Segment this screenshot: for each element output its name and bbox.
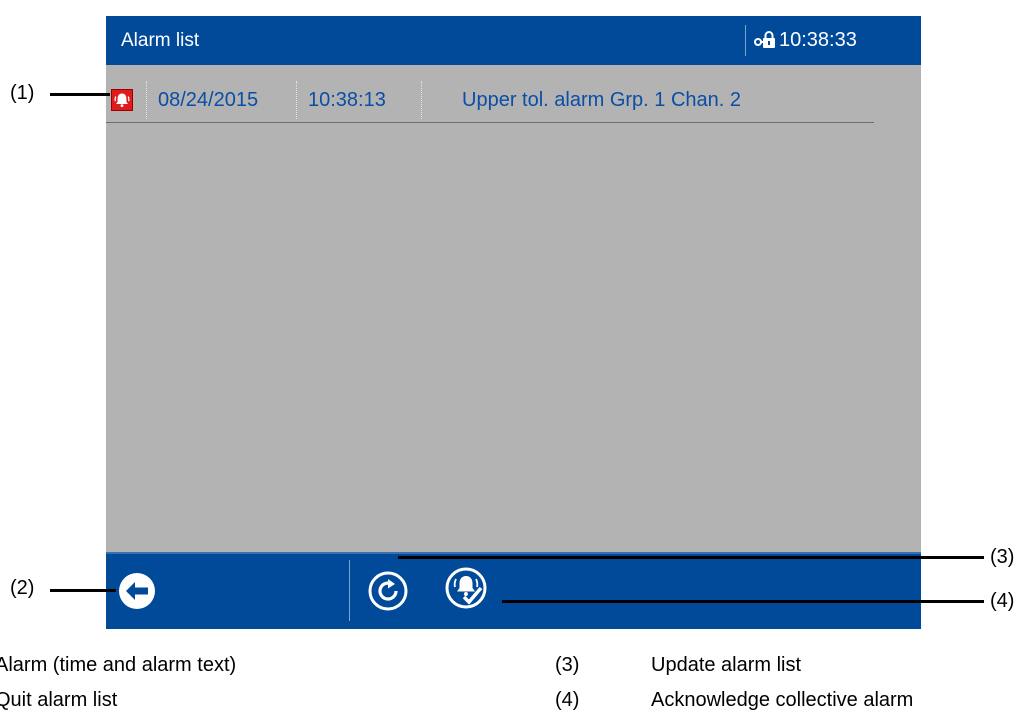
legend-text-1: Alarm (time and alarm text) xyxy=(0,654,237,676)
back-arrow-icon xyxy=(119,573,155,609)
legend-number-3: (3) xyxy=(555,654,580,676)
acknowledge-alarm-button[interactable] xyxy=(444,566,487,609)
column-divider xyxy=(146,81,147,119)
callout-4-leader xyxy=(502,600,984,603)
update-alarm-list-button[interactable] xyxy=(368,571,408,611)
back-button[interactable] xyxy=(117,571,157,611)
legend-number-4: (4) xyxy=(555,689,580,711)
lock-key-icon xyxy=(754,30,776,50)
column-divider xyxy=(296,81,297,119)
alarm-text: Upper tol. alarm Grp. 1 Chan. 2 xyxy=(462,89,742,111)
clock: 10:38:33 xyxy=(779,29,857,51)
page-title: Alarm list xyxy=(121,30,200,51)
toolbar-divider xyxy=(349,560,350,621)
callout-2-leader xyxy=(50,589,116,592)
alarm-time: 10:38:13 xyxy=(308,89,386,111)
title-divider xyxy=(745,25,746,56)
alarm-bell-icon xyxy=(111,89,133,111)
title-bar: Alarm list 10:38:33 xyxy=(106,16,921,65)
legend-text-3: Update alarm list xyxy=(651,654,802,676)
device-screen: Alarm list 10:38:33 08/24/2015 10:38:13 … xyxy=(106,16,921,629)
legend-text-2: Quit alarm list xyxy=(0,689,118,711)
column-divider xyxy=(421,81,422,119)
acknowledge-alarm-icon xyxy=(445,567,487,609)
alarm-list-row[interactable]: 08/24/2015 10:38:13 Upper tol. alarm Grp… xyxy=(106,65,876,123)
callout-4: (4) xyxy=(990,590,1015,612)
toolbar-top-edge xyxy=(106,552,921,554)
row-separator xyxy=(106,122,874,123)
callout-1-leader xyxy=(50,93,110,96)
callout-2: (2) xyxy=(10,577,35,599)
callout-3: (3) xyxy=(990,546,1015,568)
callout-3-leader xyxy=(398,556,984,559)
bottom-toolbar xyxy=(106,552,921,629)
refresh-icon xyxy=(368,571,408,611)
legend-text-4: Acknowledge collective alarm xyxy=(651,689,914,711)
figure: Alarm list 10:38:33 08/24/2015 10:38:13 … xyxy=(0,0,1027,718)
alarm-date: 08/24/2015 xyxy=(158,89,259,111)
callout-1: (1) xyxy=(10,82,35,104)
